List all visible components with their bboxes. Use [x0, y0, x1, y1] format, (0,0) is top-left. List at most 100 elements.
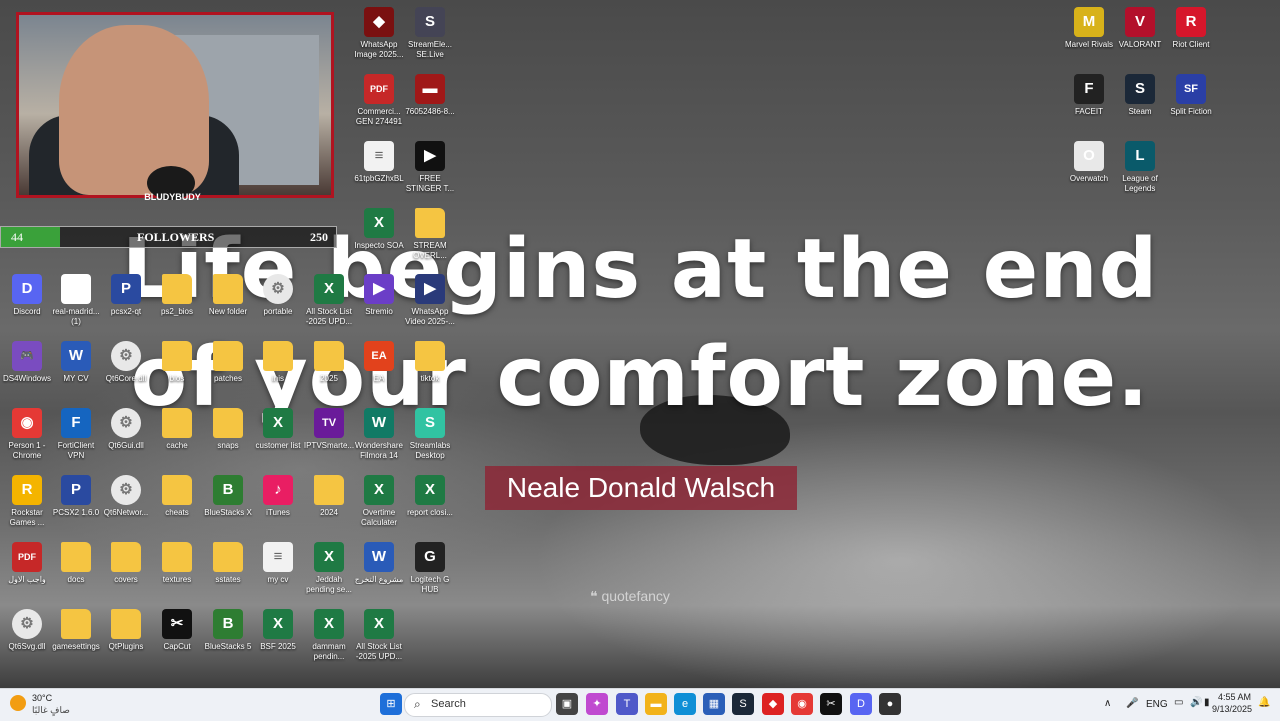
desktop-icon-23[interactable]: Xcustomer list [251, 406, 305, 470]
obs-taskbar-icon[interactable]: ● [879, 693, 901, 715]
desktop-icon-top-5[interactable]: ▶ FREE STINGER T... [403, 139, 457, 203]
desktop-icon-43[interactable]: W مشروع التخرج [352, 540, 406, 604]
desktop-icon-9[interactable]: 🎮 DS4Windows [0, 339, 54, 403]
network-icon[interactable]: ▭ [1174, 697, 1183, 708]
desktop-icon-12[interactable]: bios [150, 339, 204, 403]
copilot-icon[interactable]: ✦ [586, 693, 608, 715]
desktop-icon-top-3[interactable]: ▬ 76052486-8... [403, 72, 457, 136]
desktop-icon-15[interactable]: 2025 [302, 339, 356, 403]
desktop-icon-17[interactable]: tiktok [403, 339, 457, 403]
desktop-icon-top-4[interactable]: ≡ 61tpbGZhxBL [352, 139, 406, 203]
desktop-icon-game-6[interactable]: O Overwatch [1062, 139, 1116, 203]
desktop-icon-31[interactable]: B BlueStacks X [201, 473, 255, 537]
desktop-icon-37[interactable]: docs [49, 540, 103, 604]
desktop-icon-7[interactable]: ▶ Stremio [352, 272, 406, 336]
steam-taskbar-icon[interactable]: S [732, 693, 754, 715]
store-icon[interactable]: ▦ [703, 693, 725, 715]
desktop-icon-48[interactable]: ✂ CapCut [150, 607, 204, 671]
teams-icon[interactable]: T [616, 693, 638, 715]
desktop-icon-0[interactable]: D Discord [0, 272, 54, 336]
capcut-taskbar-icon[interactable]: ✂ [820, 693, 842, 715]
desktop-icon-25[interactable]: W Wondershare Filmora 14 [352, 406, 406, 470]
desktop-icon-45[interactable]: ⚙ Qt6Svg.dll [0, 607, 54, 671]
desktop-icon-game-7[interactable]: L League of Legends [1113, 139, 1167, 203]
desktop-icon-top-7[interactable]: STREAM OVERL... [403, 206, 457, 270]
task-view-icon[interactable]: ▣ [556, 693, 578, 715]
desktop-icon-top-6[interactable]: X Inspecto SOA [352, 206, 406, 270]
desktop-icon-11[interactable]: ⚙ Qt6Core.dll [99, 339, 153, 403]
volume-icon[interactable]: 🔊 [1190, 697, 1202, 708]
desktop-icon-32[interactable]: ♪ iTunes [251, 473, 305, 537]
desktop-icon-34[interactable]: X Overtime Calculater [352, 473, 406, 537]
desktop-icon-39[interactable]: textures [150, 540, 204, 604]
desktop-icon-33[interactable]: 2024 [302, 473, 356, 537]
battery-icon[interactable]: ▮ [1204, 697, 1210, 708]
edge-icon[interactable]: e [674, 693, 696, 715]
file-explorer-icon[interactable]: ▬ [645, 693, 667, 715]
start-button[interactable]: ⊞ [380, 693, 402, 715]
desktop-icon-19[interactable]: F FortiClient VPN [49, 406, 103, 470]
desktop-icon-game-4[interactable]: S Steam [1113, 72, 1167, 136]
discord-taskbar-icon[interactable]: D [850, 693, 872, 715]
desktop-icon-44[interactable]: G Logitech G HUB [403, 540, 457, 604]
language-indicator[interactable]: ENG [1146, 699, 1168, 710]
desktop-icon-6[interactable]: X All Stock List -2025 UPD... [302, 272, 356, 336]
desktop-icon-top-1[interactable]: S StreamEle... SE.Live [403, 5, 457, 69]
desktop-icon-18[interactable]: ◉ Person 1 - Chrome [0, 406, 54, 470]
desktop-icon-5[interactable]: ⚙ portable [251, 272, 305, 336]
search-box[interactable]: ⌕ Search [404, 693, 552, 717]
desktop-icon-36[interactable]: PDF واجب الاول [0, 540, 54, 604]
desktop-icon-40[interactable]: sstates [201, 540, 255, 604]
microphone-icon[interactable]: 🎤 [1126, 698, 1138, 709]
desktop-icon-50[interactable]: X BSF 2025 [251, 607, 305, 671]
app-taskbar-icon[interactable]: ◆ [762, 693, 784, 715]
desktop-icon-label: IPTVSmarte... [303, 441, 355, 450]
desktop-icon-game-5[interactable]: SF Split Fiction [1164, 72, 1218, 136]
desktop-icon-42[interactable]: X Jeddah pending se... [302, 540, 356, 604]
desktop-icon-52[interactable]: X All Stock List -2025 UPD... [352, 607, 406, 671]
desktop-icon-47[interactable]: QtPlugins [99, 607, 153, 671]
desktop-icon-35[interactable]: Xreport closi... [403, 473, 457, 537]
desktop-icon-21[interactable]: cache [150, 406, 204, 470]
desktop-icon-top-0[interactable]: ◆ WhatsApp Image 2025... [352, 5, 406, 69]
desktop-icon-1[interactable]: Rreal-madrid... (1) [49, 272, 103, 336]
chrome-taskbar-icon[interactable]: ◉ [791, 693, 813, 715]
desktop-icon-51[interactable]: Xdammam pendin... [302, 607, 356, 671]
desktop-icon-3[interactable]: ps2_bios [150, 272, 204, 336]
desktop-icon-label: 76052486-8... [405, 107, 455, 116]
notification-bell-icon[interactable]: 🔔 [1258, 697, 1270, 708]
desktop-icon-game-1[interactable]: V VALORANT [1113, 5, 1167, 69]
weather-widget[interactable]: 30°C صافٍ غالبًا [10, 692, 90, 718]
desktop-icon-22[interactable]: snaps [201, 406, 255, 470]
file-gear-icon: ⚙ [12, 609, 42, 639]
desktop-icon-14[interactable]: inis [251, 339, 305, 403]
desktop-icon-20[interactable]: ⚙ Qt6Gui.dll [99, 406, 153, 470]
desktop-icon-38[interactable]: covers [99, 540, 153, 604]
desktop-icon-27[interactable]: R Rockstar Games ... [0, 473, 54, 537]
desktop-icon-30[interactable]: cheats [150, 473, 204, 537]
desktop-icon-8[interactable]: ▶ WhatsApp Video 2025-... [403, 272, 457, 336]
desktop-icon-46[interactable]: gamesettings [49, 607, 103, 671]
desktop-icon-game-0[interactable]: M Marvel Rivals [1062, 5, 1116, 69]
desktop-icon-29[interactable]: ⚙ Qt6Networ... [99, 473, 153, 537]
desktop-icon-10[interactable]: W MY CV [49, 339, 103, 403]
desktop-icon-24[interactable]: TV IPTVSmarte... [302, 406, 356, 470]
desktop-icon-2[interactable]: Ppcsx2-qt [99, 272, 153, 336]
desktop-icon-16[interactable]: EA EA [352, 339, 406, 403]
weather-temp: 30°C [32, 693, 53, 703]
desktop-icon-top-2[interactable]: PDF Commerci... GEN 274491 [352, 72, 406, 136]
desktop-icon-26[interactable]: S Streamlabs Desktop [403, 406, 457, 470]
desktop-icon-game-2[interactable]: R Riot Client [1164, 5, 1218, 69]
desktop-icon-4[interactable]: New folder [201, 272, 255, 336]
tray-chevron-icon[interactable]: ∧ [1104, 698, 1111, 709]
desktop-icon-49[interactable]: B BlueStacks 5 [201, 607, 255, 671]
desktop-icon-41[interactable]: ≡ my cv [251, 540, 305, 604]
desktop-icon-label: FACEIT [1074, 107, 1103, 116]
desktop-icon-13[interactable]: patches [201, 339, 255, 403]
desktop-icon-label: my cv [267, 575, 289, 584]
desktop-icon-game-3[interactable]: F FACEIT [1062, 72, 1116, 136]
clock-date[interactable]: 9/13/2025 [1212, 704, 1252, 714]
desktop-icon-28[interactable]: P PCSX2 1.6.0 [49, 473, 103, 537]
clock-time[interactable]: 4:55 AM [1218, 692, 1251, 702]
folder-icon [213, 408, 243, 438]
